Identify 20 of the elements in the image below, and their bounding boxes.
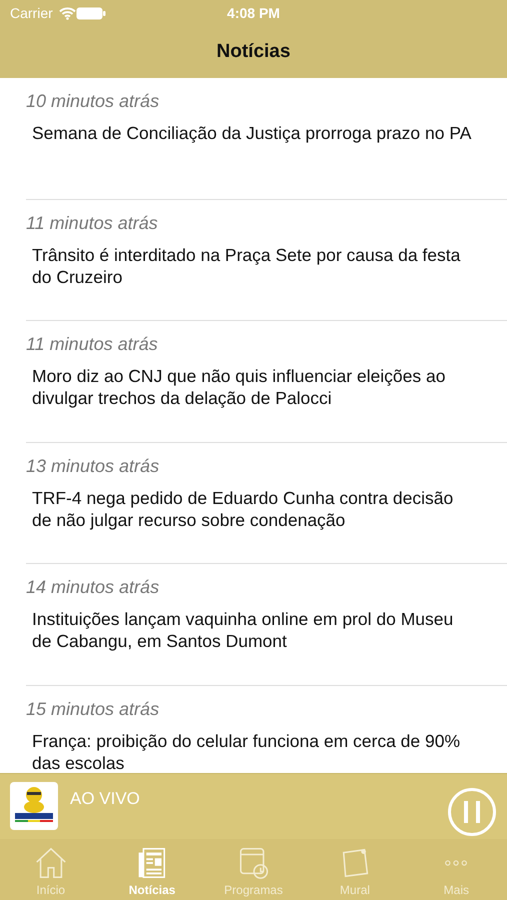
battery-icon (76, 7, 106, 20)
station-logo (10, 782, 58, 830)
news-time: 14 minutos atrás (26, 576, 160, 599)
news-headline[interactable]: Instituições lançam vaquinha online em prol do Museu de Cabangu, em Santos Dumont (32, 608, 477, 652)
news-headline[interactable]: Semana de Conciliação da Justiça prorroga prazo no PA (32, 122, 477, 144)
carrier-label: Carrier (10, 4, 53, 23)
news-headline[interactable]: Trânsito é interditado na Praça Sete por causa da festa do Cruzeiro (32, 244, 477, 288)
wifi-icon (58, 7, 76, 20)
news-headline[interactable]: França: proibição do celular funciona em cerca de 90% das escolas (32, 730, 477, 773)
news-time: 11 minutos atrás (26, 212, 159, 234)
news-time: 11 minutos atrás (26, 333, 159, 356)
status-time: 4:08 PM (227, 4, 280, 23)
screen-title: Notícias (216, 40, 292, 64)
news-headline[interactable]: TRF-4 nega pedido de Eduardo Cunha contra decisão de não julgar recurso sobre condenação (32, 486, 477, 530)
news-time: 15 minutos atrás (26, 698, 160, 720)
news-time: 13 minutos atrás (26, 454, 160, 478)
news-time: 10 minutos atrás (26, 90, 160, 113)
pause-button[interactable] (447, 787, 497, 837)
live-label: AO VIVO (70, 788, 140, 810)
news-headline[interactable]: Moro diz ao CNJ que não quis influenciar eleições ao divulgar trechos da delação de Palocci (32, 365, 477, 409)
